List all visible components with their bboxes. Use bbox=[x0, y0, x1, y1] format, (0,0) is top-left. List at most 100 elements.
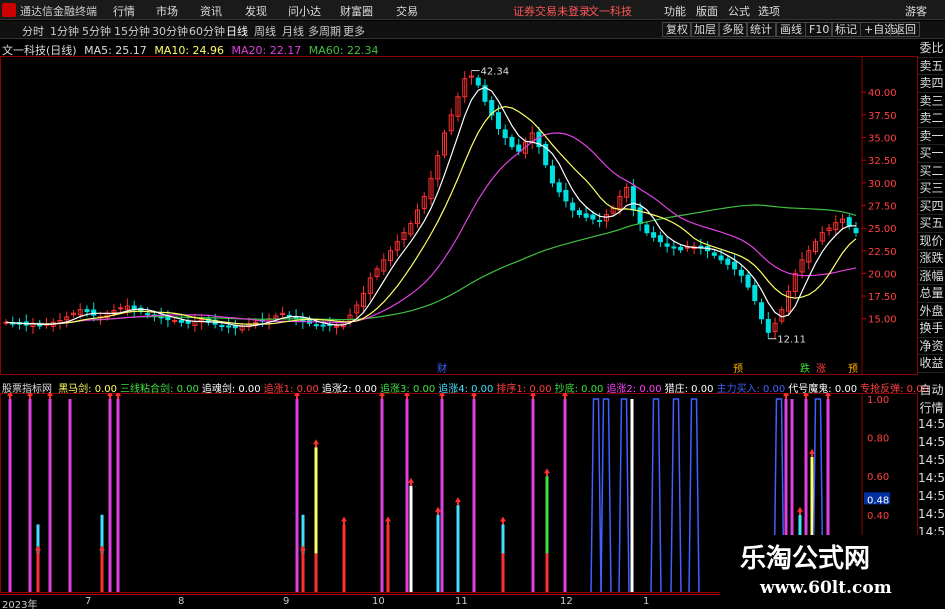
period-timeshare[interactable]: 分时 bbox=[22, 23, 44, 39]
period-more[interactable]: 更多 bbox=[343, 23, 365, 39]
low-label: 12.11 bbox=[777, 335, 806, 346]
menu-wealth[interactable]: 财富圈 bbox=[340, 3, 373, 19]
indicator-side-label[interactable]: 行情 bbox=[918, 399, 945, 417]
quote-field-label: 换手 bbox=[918, 320, 945, 338]
candle-body bbox=[226, 325, 232, 328]
menu-function[interactable]: 功能 bbox=[664, 3, 686, 19]
signal-arrow-icon bbox=[455, 497, 461, 506]
indicator-side-panel: 自动行情14:5014:5014:5014:5014:5014:5014:501… bbox=[918, 381, 945, 561]
indicator-bar bbox=[8, 399, 12, 592]
period-1min[interactable]: 1分钟 bbox=[50, 23, 79, 39]
event-mark: 涨 bbox=[816, 363, 826, 375]
indicator-tick-label: 0.40 bbox=[867, 511, 889, 522]
indicator-tick-label: 0.80 bbox=[867, 434, 889, 445]
x-tick: 9 bbox=[283, 596, 290, 607]
f10-button[interactable]: F10 bbox=[805, 22, 834, 37]
candle-body bbox=[745, 274, 751, 288]
multi-stock-button[interactable]: 多股 bbox=[718, 22, 748, 37]
indicator-side-label: 14:50 bbox=[918, 435, 945, 449]
menu-options[interactable]: 选项 bbox=[758, 3, 780, 19]
indicator-bar bbox=[68, 399, 72, 592]
stock-name-title: 文一科技 bbox=[588, 5, 632, 18]
signal-arrow-icon bbox=[35, 545, 41, 554]
title-bar: 通达信金融终端 行情 市场 资讯 发现 问小达 财富圈 交易 证券交易未登录 文… bbox=[0, 0, 945, 20]
price-tick-label: 22.50 bbox=[868, 247, 897, 258]
ma10-line bbox=[5, 105, 857, 325]
menu-exchange[interactable]: 市场 bbox=[156, 3, 178, 19]
candle-body bbox=[549, 165, 555, 184]
signal-arrow-icon bbox=[300, 545, 306, 554]
candle-body bbox=[313, 324, 319, 327]
indicator-bar bbox=[501, 553, 505, 592]
period-60min[interactable]: 60分钟 bbox=[189, 23, 225, 39]
candle-body bbox=[563, 189, 569, 202]
candlestick-chart[interactable]: 40.00 37.50 35.00 32.50 30.00 27.50 25.00 22.50… bbox=[0, 56, 918, 376]
candle-body bbox=[630, 186, 636, 211]
period-weekly[interactable]: 周线 bbox=[254, 23, 276, 39]
period-30min[interactable]: 30分钟 bbox=[152, 23, 188, 39]
candle-body bbox=[84, 309, 90, 312]
indicator-bar bbox=[295, 399, 299, 592]
period-multi[interactable]: 多周期 bbox=[308, 23, 341, 39]
signal-arrow-icon bbox=[408, 477, 414, 486]
chart-frame bbox=[0, 56, 918, 375]
quote-field-label: 卖二 bbox=[918, 110, 945, 128]
app-logo-icon bbox=[2, 3, 16, 17]
candle-body bbox=[570, 202, 576, 211]
x-tick: 8 bbox=[178, 596, 185, 607]
period-5min[interactable]: 5分钟 bbox=[82, 23, 111, 39]
period-monthly[interactable]: 月线 bbox=[282, 23, 304, 39]
candle-body bbox=[475, 77, 481, 86]
indicator-bar bbox=[531, 399, 535, 592]
app-name: 通达信金融终端 bbox=[20, 5, 97, 18]
price-tick-label: 30.00 bbox=[868, 179, 897, 190]
indicator-bar bbox=[48, 399, 52, 592]
quote-field-label: 买三 bbox=[918, 180, 945, 198]
candle-body bbox=[219, 325, 225, 328]
indicator-bar bbox=[36, 553, 40, 592]
candle-body bbox=[320, 324, 326, 327]
guest-label[interactable]: 游客 bbox=[905, 3, 927, 19]
indicator-side-label[interactable]: 自动 bbox=[918, 381, 945, 399]
candle-body bbox=[583, 213, 589, 218]
draw-button[interactable]: 画线 bbox=[776, 22, 806, 37]
price-tick-label: 35.00 bbox=[868, 134, 897, 145]
menu-market[interactable]: 行情 bbox=[113, 3, 135, 19]
indicator-bar bbox=[545, 553, 549, 592]
indicator-bar bbox=[301, 553, 305, 592]
candle-body bbox=[678, 246, 684, 251]
indicator-bar bbox=[409, 485, 413, 592]
overlay-button[interactable]: 加层 bbox=[690, 22, 720, 37]
signal-arrow-icon bbox=[385, 516, 391, 525]
indicator-side-label: 14:50 bbox=[918, 417, 945, 431]
indicator-bar bbox=[456, 505, 460, 592]
mark-button[interactable]: 标记 bbox=[831, 22, 861, 37]
login-warning[interactable]: 证券交易未登录 bbox=[513, 3, 590, 19]
menu-news[interactable]: 资讯 bbox=[200, 3, 222, 19]
menu-discover[interactable]: 发现 bbox=[245, 3, 267, 19]
candle-body bbox=[172, 320, 178, 323]
high-label: 42.34 bbox=[480, 67, 509, 78]
signal-arrow-icon bbox=[99, 545, 105, 554]
period-toolbar: 分时 1分钟 5分钟 15分钟 30分钟 60分钟 日线 周线 月线 多周期 更… bbox=[0, 21, 945, 39]
indicator-spike bbox=[670, 398, 682, 593]
period-15min[interactable]: 15分钟 bbox=[114, 23, 150, 39]
event-mark: 财 bbox=[437, 362, 447, 375]
quote-field-label: 买一 bbox=[918, 145, 945, 163]
menu-layout[interactable]: 版面 bbox=[696, 3, 718, 19]
menu-formula[interactable]: 公式 bbox=[728, 3, 750, 19]
period-daily[interactable]: 日线 bbox=[226, 23, 248, 39]
watermark-url: www.60lt.com bbox=[760, 578, 892, 598]
adjust-button[interactable]: 复权 bbox=[662, 22, 692, 37]
back-button[interactable]: 返回 bbox=[890, 22, 920, 37]
indicator-tick-label: 0.60 bbox=[867, 472, 889, 483]
candle-body bbox=[651, 232, 657, 238]
indicator-bar bbox=[380, 399, 384, 592]
menu-ask[interactable]: 问小达 bbox=[288, 3, 321, 19]
indicator-spike bbox=[650, 398, 662, 593]
indicator-side-label: 14:50 bbox=[918, 507, 945, 521]
stats-button[interactable]: 统计 bbox=[746, 22, 776, 37]
indicator-tick-label: 0.48 bbox=[867, 495, 889, 506]
x-tick: 7 bbox=[85, 596, 92, 607]
menu-trade[interactable]: 交易 bbox=[396, 3, 418, 19]
